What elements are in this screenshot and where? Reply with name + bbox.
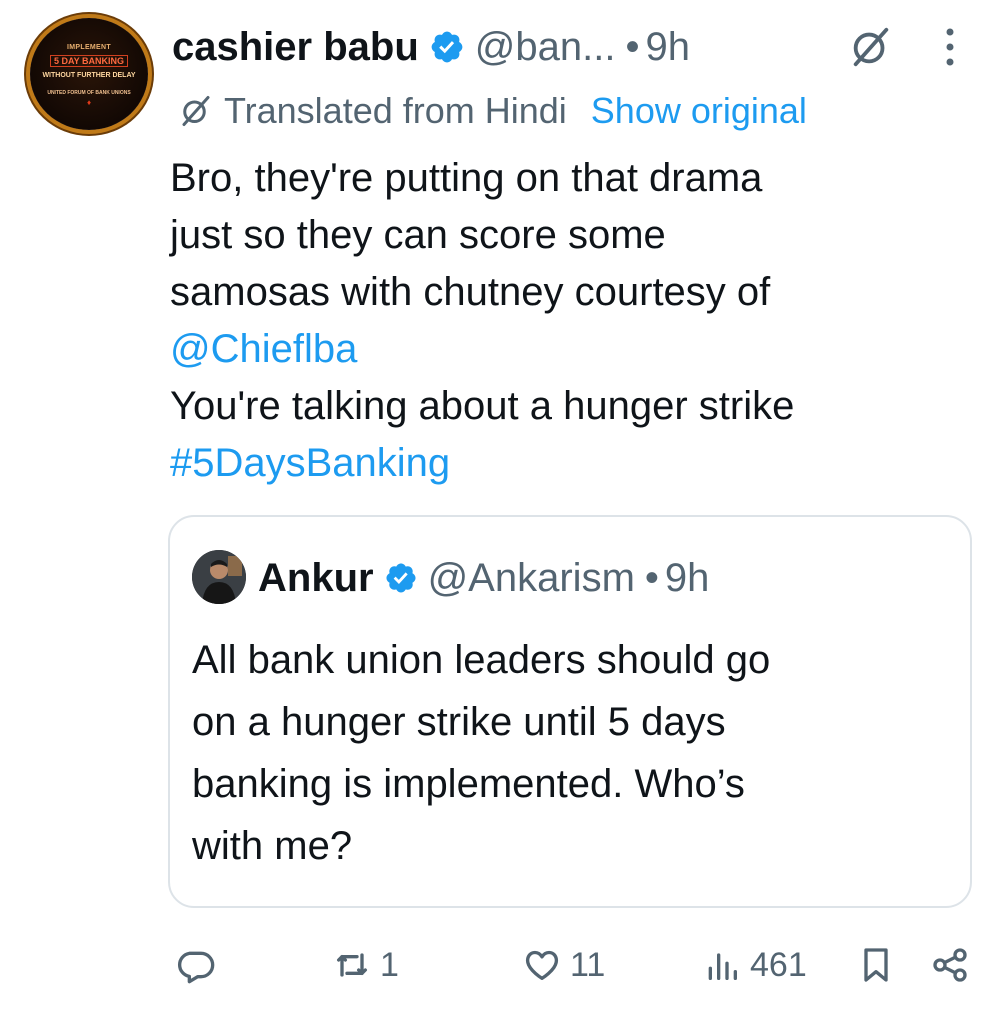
- quote-author-avatar[interactable]: [192, 550, 246, 604]
- reply-button[interactable]: [176, 941, 224, 989]
- more-icon[interactable]: [930, 20, 970, 74]
- translated-label: Translated from Hindi: [224, 90, 567, 131]
- reply-icon: [177, 951, 215, 984]
- repost-button[interactable]: 1: [332, 941, 399, 989]
- separator-dot: •: [644, 555, 659, 600]
- author-handle[interactable]: @ban...: [475, 25, 616, 70]
- repost-count: 1: [380, 945, 399, 984]
- person-icon: [192, 550, 246, 604]
- tweet-line: samosas with chutney courtesy of: [170, 270, 771, 314]
- translate-icon: [182, 96, 210, 126]
- avatar-text-4: UNITED FORUM OF BANK UNIONS: [47, 90, 131, 96]
- tweet-line: Bro, they're putting on that drama: [170, 156, 763, 200]
- avatar-text-1: IMPLEMENT: [67, 44, 111, 51]
- author-name[interactable]: cashier babu: [172, 25, 419, 70]
- quote-line: All bank union leaders should go: [192, 638, 771, 682]
- quote-text: All bank union leaders should go on a hu…: [192, 629, 952, 877]
- views-button[interactable]: 461: [702, 941, 807, 989]
- avatar-text-2: 5 DAY BANKING: [49, 55, 129, 67]
- share-button[interactable]: [930, 941, 970, 989]
- author-avatar[interactable]: IMPLEMENT 5 DAY BANKING WITHOUT FURTHER …: [30, 18, 148, 130]
- like-icon: [525, 950, 559, 980]
- quote-time[interactable]: 9h: [665, 556, 710, 601]
- quote-author-handle[interactable]: @Ankarism: [428, 556, 635, 601]
- tweet-line: just so they can score some: [170, 213, 666, 257]
- bookmark-button[interactable]: [856, 941, 896, 989]
- quote-header: Ankur @Ankarism • 9h: [258, 551, 709, 605]
- grok-icon[interactable]: [848, 24, 894, 70]
- tweet-header: cashier babu @ban... • 9h: [172, 22, 690, 72]
- like-count: 11: [570, 945, 606, 984]
- bookmark-icon: [864, 948, 888, 982]
- view-count: 461: [750, 945, 807, 984]
- tweet-time[interactable]: 9h: [645, 25, 690, 70]
- separator-dot: •: [625, 24, 640, 69]
- like-button[interactable]: 11: [522, 941, 605, 989]
- share-icon: [933, 948, 967, 982]
- quote-line: on a hunger strike until 5 days: [192, 700, 726, 744]
- avatar-text-5: ♦: [86, 98, 92, 107]
- quoted-tweet[interactable]: Ankur @Ankarism • 9h All bank union lead…: [168, 515, 972, 908]
- verified-badge-icon[interactable]: [429, 29, 465, 65]
- avatar-text-3: WITHOUT FURTHER DELAY: [42, 72, 136, 79]
- hashtag-link[interactable]: #5DaysBanking: [170, 435, 970, 492]
- show-original-link[interactable]: Show original: [591, 90, 807, 132]
- mention-link[interactable]: @Chieflba: [170, 321, 970, 378]
- translation-notice: Translated from Hindi Show original: [178, 86, 807, 136]
- tweet-line: You're talking about a hunger strike: [170, 384, 795, 428]
- views-icon: [708, 953, 737, 980]
- quote-line: with me?: [192, 824, 353, 868]
- action-bar: 1 11 461: [0, 935, 1008, 995]
- verified-badge-icon[interactable]: [384, 561, 418, 595]
- quote-line: banking is implemented. Who’s: [192, 762, 745, 806]
- tweet-text: Bro, they're putting on that drama just …: [170, 150, 970, 492]
- quote-author-name[interactable]: Ankur: [258, 556, 374, 601]
- repost-icon: [337, 953, 367, 977]
